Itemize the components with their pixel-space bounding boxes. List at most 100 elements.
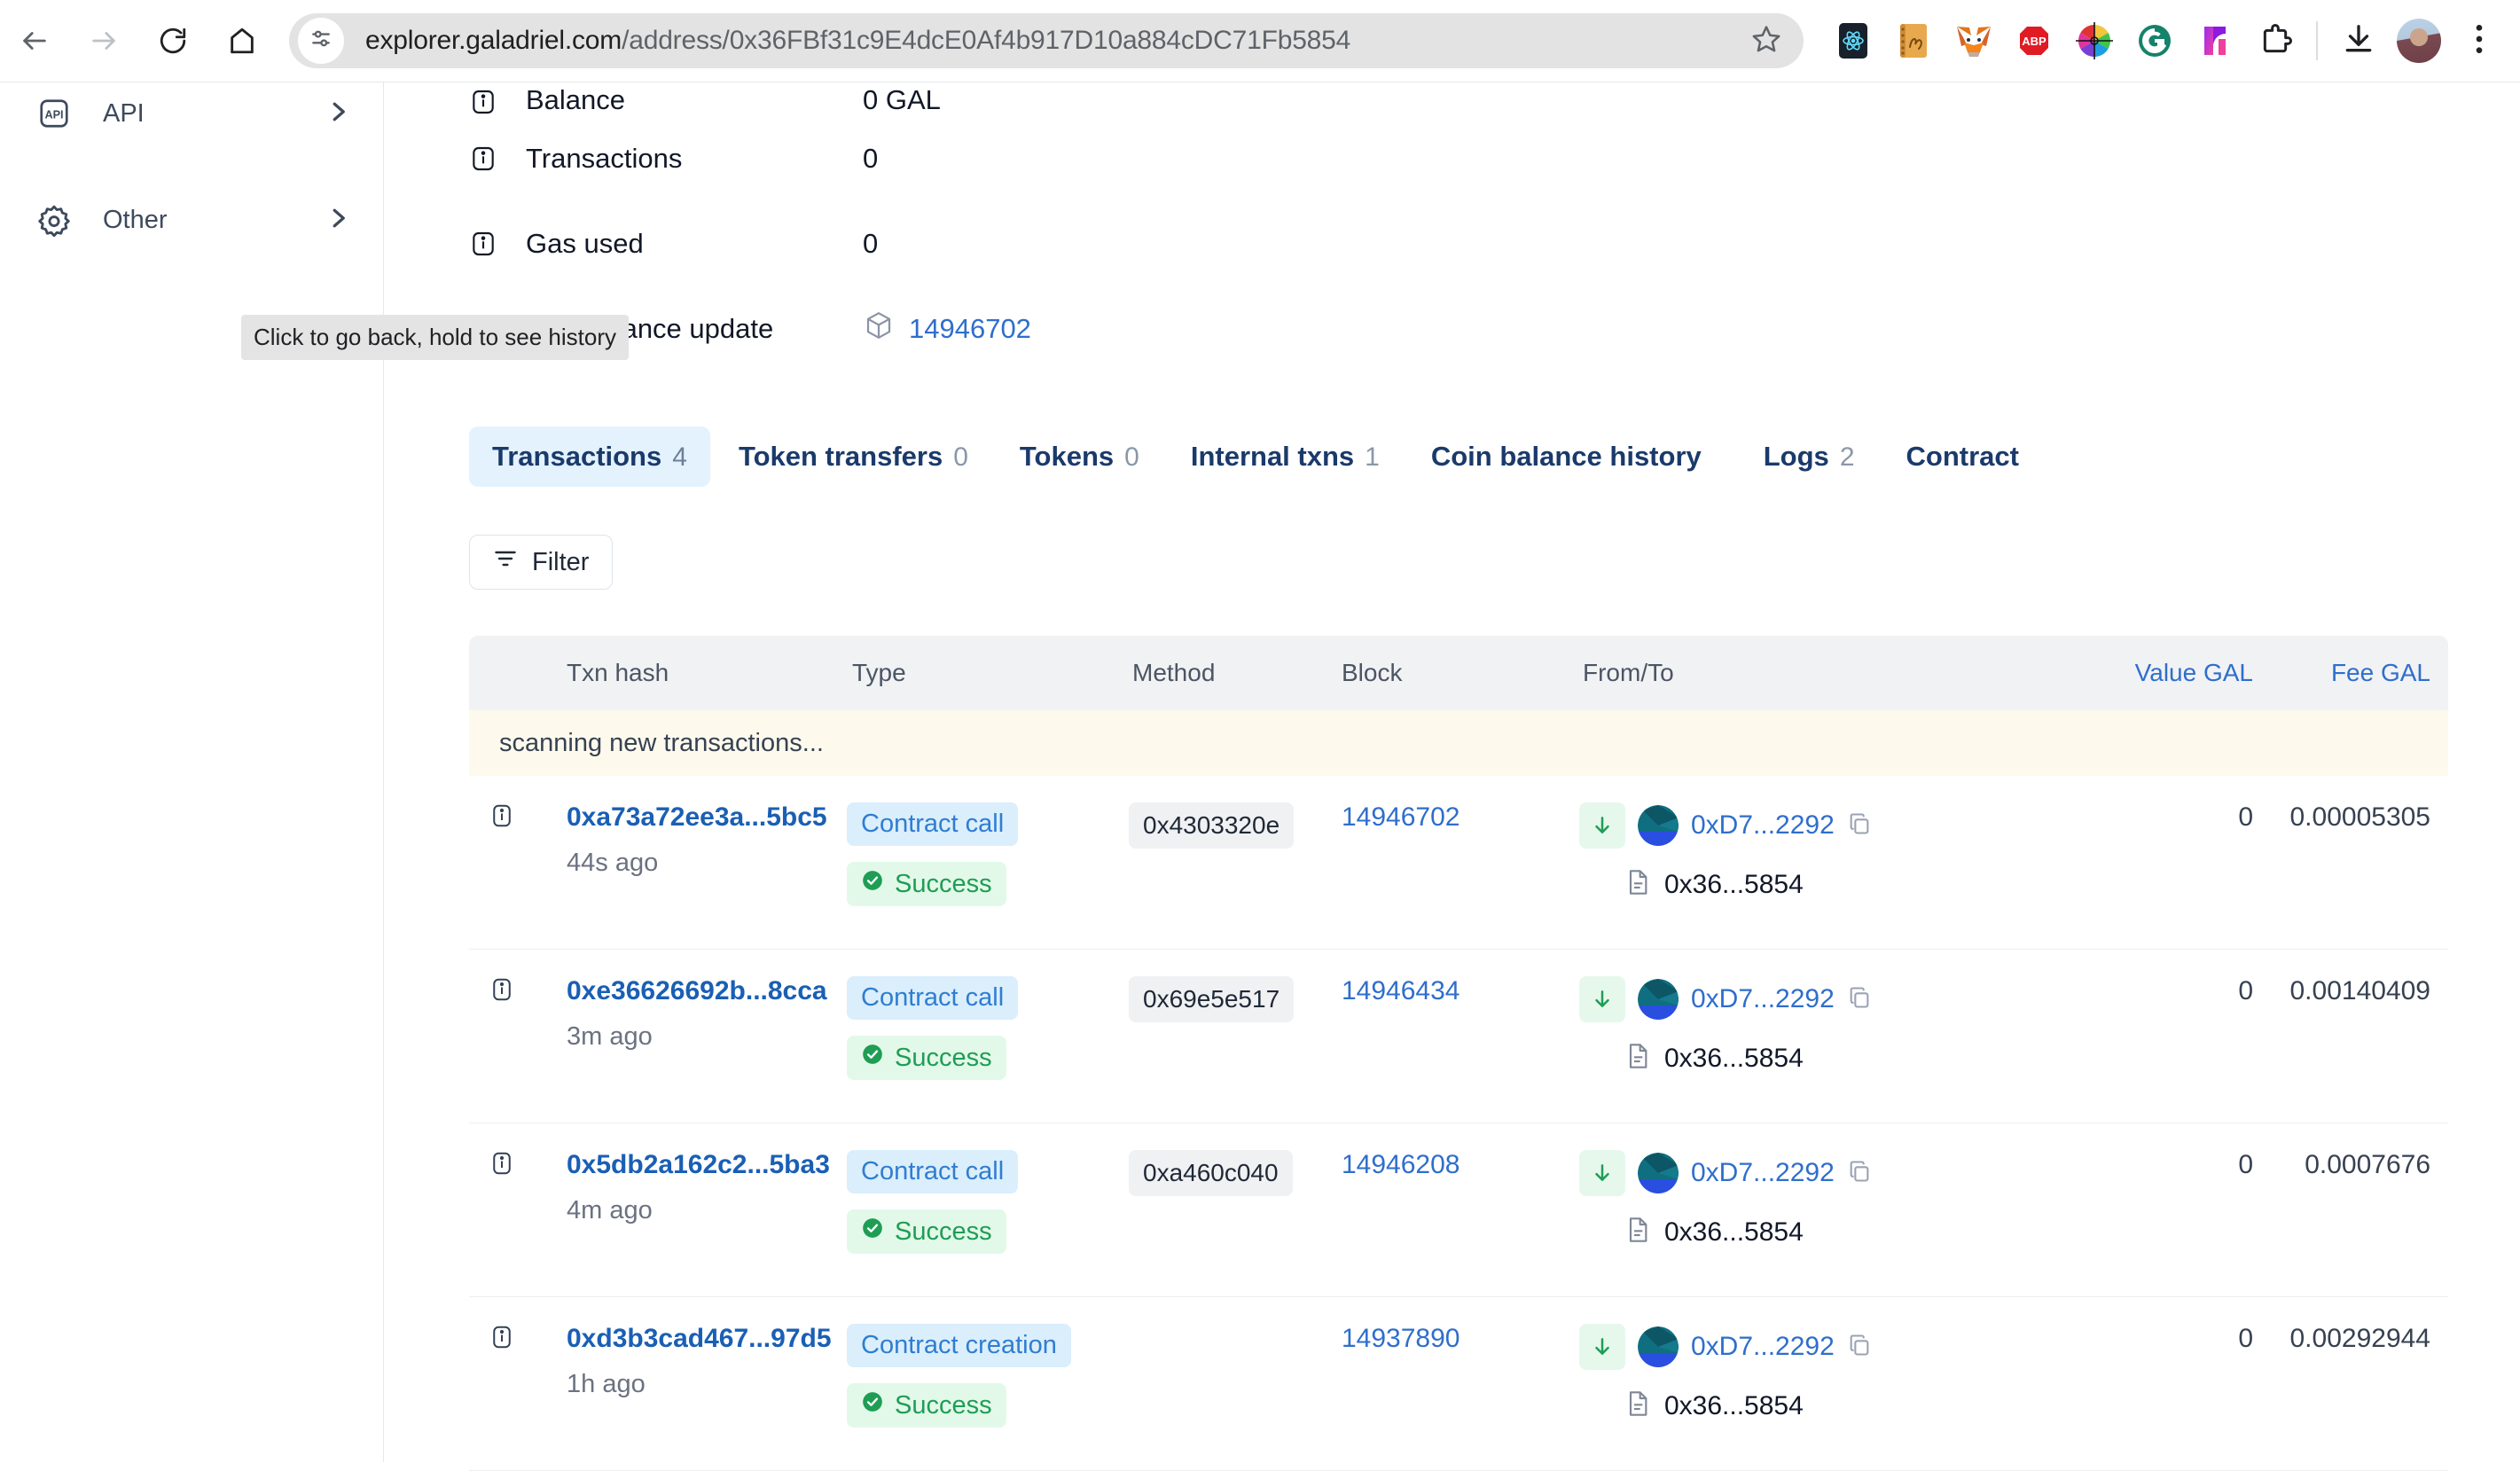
to-address-text: 0x36...5854 xyxy=(1664,1043,1804,1073)
browser-nav-group xyxy=(0,13,270,68)
copy-icon[interactable] xyxy=(1847,985,1872,1014)
browser-toolbar: explorer.galadriel.com/address/0x36FBf31… xyxy=(0,0,2520,82)
info-icon[interactable] xyxy=(469,88,505,116)
address-bar[interactable]: explorer.galadriel.com/address/0x36FBf31… xyxy=(289,13,1804,68)
info-icon[interactable] xyxy=(469,145,505,173)
filter-button[interactable]: Filter xyxy=(469,535,614,590)
status-label: Success xyxy=(895,1217,992,1246)
adblock-plus-extension-icon[interactable]: ABP xyxy=(2004,11,2064,71)
txn-hash-link[interactable]: 0xd3b3cad467...97d5 xyxy=(529,1324,847,1354)
bookmark-button[interactable] xyxy=(1743,18,1789,64)
perl-notebook-extension-icon[interactable] xyxy=(1883,11,1944,71)
grammarly-extension-icon[interactable] xyxy=(2125,11,2185,71)
cell-txn-hash: 0xa73a72ee3a...5bc5 44s ago xyxy=(529,802,847,919)
from-address-group: 0xD7...2292 xyxy=(1579,976,2040,1022)
copy-icon[interactable] xyxy=(1847,1159,1872,1188)
type-badge[interactable]: Contract call xyxy=(847,802,1019,846)
status-label: Success xyxy=(895,1390,992,1420)
forward-button[interactable] xyxy=(76,13,131,68)
cell-fee: 0.00005305 xyxy=(2253,802,2439,919)
txn-hash-link[interactable]: 0xa73a72ee3a...5bc5 xyxy=(529,802,847,833)
from-address-link[interactable]: 0xD7...2292 xyxy=(1691,1158,1835,1188)
address-identicon xyxy=(1638,1326,1679,1367)
filter-label: Filter xyxy=(532,547,590,576)
metamask-extension-icon[interactable] xyxy=(1944,11,2004,71)
page-viewport: API API Other Click to go back, hold to … xyxy=(0,82,2520,1471)
detail-value: 0 xyxy=(863,143,879,174)
downloads-button[interactable] xyxy=(2328,11,2389,71)
tab-token-transfers[interactable]: Token transfers 0 xyxy=(716,426,991,487)
tab-coin-balance-history[interactable]: Coin balance history xyxy=(1408,426,1735,487)
from-address-link[interactable]: 0xD7...2292 xyxy=(1691,1332,1835,1362)
document-icon xyxy=(1624,868,1652,901)
tab-label: Token transfers xyxy=(738,441,943,472)
home-icon xyxy=(227,26,257,56)
block-link[interactable]: 14946702 xyxy=(1342,802,1460,832)
notion-extension-icon[interactable] xyxy=(2185,11,2245,71)
document-icon xyxy=(1624,1216,1652,1248)
reload-button[interactable] xyxy=(145,13,200,68)
react-devtools-extension-icon[interactable] xyxy=(1823,11,1883,71)
back-button[interactable] xyxy=(7,13,62,68)
sidebar-item-label: Other xyxy=(103,205,168,234)
detail-row-balance: Balance 0 GAL xyxy=(469,82,2520,116)
tab-count: 2 xyxy=(1839,442,1855,472)
fee-amount: 0.00292944 xyxy=(2289,1324,2431,1353)
row-info-button[interactable] xyxy=(469,1150,529,1266)
from-address-group: 0xD7...2292 xyxy=(1579,1150,2040,1196)
three-dot-menu-icon xyxy=(2466,22,2493,60)
url-text[interactable]: explorer.galadriel.com/address/0x36FBf31… xyxy=(365,26,1350,56)
sidebar-item-api[interactable]: API API xyxy=(0,82,383,145)
column-header-value[interactable]: Value GAL xyxy=(2040,659,2253,687)
txn-hash-link[interactable]: 0xe36626692b...8cca xyxy=(529,976,847,1006)
home-button[interactable] xyxy=(215,13,270,68)
row-info-button[interactable] xyxy=(469,802,529,919)
cell-value: 0 xyxy=(2040,976,2253,1092)
info-icon[interactable] xyxy=(469,230,505,258)
copy-icon[interactable] xyxy=(1847,811,1872,841)
back-button-tooltip: Click to go back, hold to see history xyxy=(241,315,629,360)
tab-label: Internal txns xyxy=(1190,441,1355,472)
profile-button[interactable] xyxy=(2389,11,2449,71)
status-badge: Success xyxy=(847,1036,1006,1080)
fee-amount: 0.00005305 xyxy=(2289,802,2431,832)
site-settings-button[interactable] xyxy=(298,18,344,64)
browser-menu-button[interactable] xyxy=(2449,11,2509,71)
arrow-down-icon xyxy=(1579,976,1625,1022)
sidebar-item-other[interactable]: Other xyxy=(0,189,383,251)
extensions-puzzle-icon[interactable] xyxy=(2245,11,2305,71)
detail-value-group: 14946702 xyxy=(863,309,1031,348)
copy-icon[interactable] xyxy=(1847,1333,1872,1362)
cell-value: 0 xyxy=(2040,1324,2253,1440)
svg-text:ABP: ABP xyxy=(2022,35,2047,48)
column-header-from-to: From/To xyxy=(1583,659,1674,686)
block-link[interactable]: 14946434 xyxy=(1342,976,1460,1005)
url-host: explorer.galadriel.com xyxy=(365,26,622,55)
download-icon xyxy=(2342,22,2375,60)
tab-transactions[interactable]: Transactions 4 xyxy=(469,426,710,487)
type-badge[interactable]: Contract call xyxy=(847,976,1019,1020)
tab-logs[interactable]: Logs 2 xyxy=(1741,426,1878,487)
type-badge[interactable]: Contract creation xyxy=(847,1324,1071,1367)
tab-count: 1 xyxy=(1365,442,1380,472)
tab-tokens[interactable]: Tokens 0 xyxy=(997,426,1162,487)
type-badge[interactable]: Contract call xyxy=(847,1150,1019,1193)
column-header-fee[interactable]: Fee GAL xyxy=(2253,659,2439,687)
row-info-button[interactable] xyxy=(469,976,529,1092)
tab-internal-txns[interactable]: Internal txns 1 xyxy=(1168,426,1403,487)
from-address-link[interactable]: 0xD7...2292 xyxy=(1691,810,1835,841)
cell-type: Contract call Success xyxy=(847,976,1129,1092)
tab-contract[interactable]: Contract xyxy=(1883,426,2053,487)
tab-count: 0 xyxy=(953,442,968,472)
from-address-link[interactable]: 0xD7...2292 xyxy=(1691,984,1835,1014)
block-link[interactable]: 14937890 xyxy=(1342,1324,1460,1353)
txn-hash-link[interactable]: 0x5db2a162c2...5ba3 xyxy=(529,1150,847,1180)
column-header-txn-hash: Txn hash xyxy=(567,659,669,686)
cell-from-to: 0xD7...2292 0x36...5854 xyxy=(1579,802,2040,919)
block-link[interactable]: 14946208 xyxy=(1342,1150,1460,1179)
detail-row-last-balance-update: Last balance update 14946702 xyxy=(469,286,2520,372)
last-balance-update-block-link[interactable]: 14946702 xyxy=(909,313,1031,345)
color-picker-extension-icon[interactable] xyxy=(2064,11,2125,71)
row-info-button[interactable] xyxy=(469,1324,529,1440)
cell-block: 14946702 xyxy=(1342,802,1579,919)
